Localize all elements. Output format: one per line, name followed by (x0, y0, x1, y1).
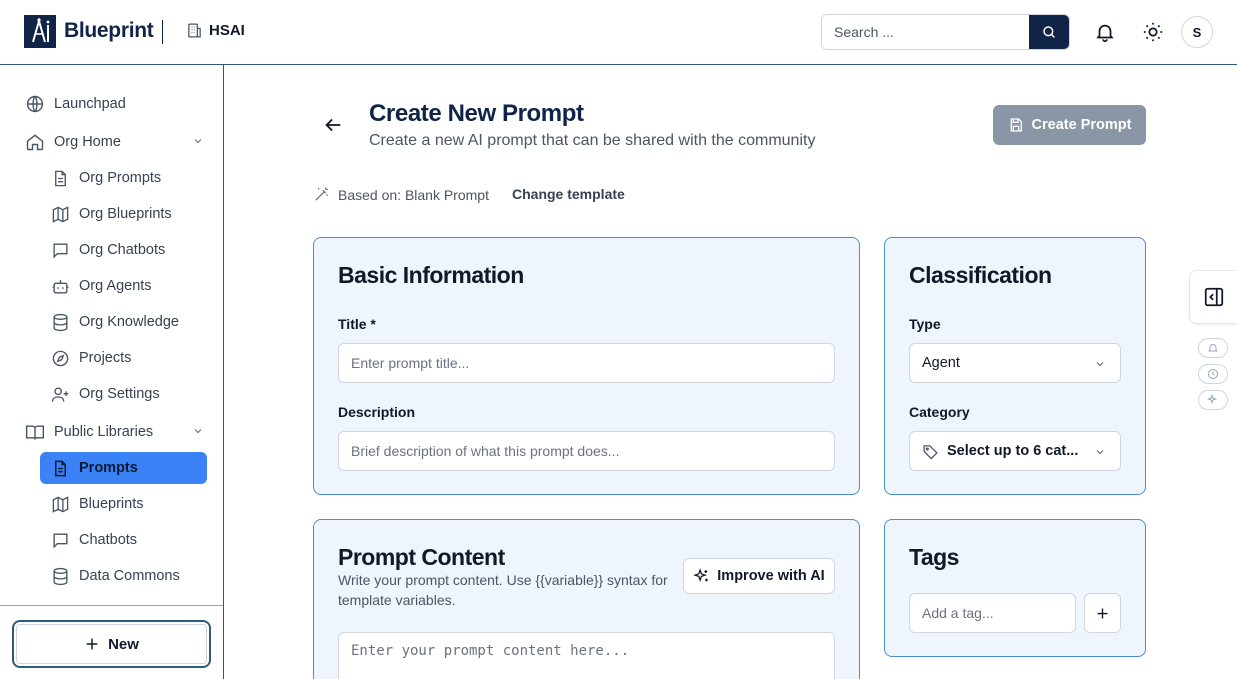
blueprint-logo[interactable] (24, 15, 56, 48)
brand-name: Blueprint (64, 19, 154, 42)
tag-icon (922, 443, 939, 460)
document-icon (49, 457, 71, 479)
database-icon (49, 565, 71, 587)
search-icon (1041, 24, 1057, 40)
globe-icon (24, 93, 46, 115)
sidebar-item-projects[interactable]: Projects (49, 342, 131, 374)
database-icon (49, 311, 71, 333)
org-switcher[interactable]: HSAI (186, 22, 245, 39)
history-mini-button[interactable] (1198, 364, 1228, 384)
title-label: Title * (338, 316, 376, 332)
chat-icon (49, 239, 71, 261)
notifications-mini-button[interactable] (1198, 338, 1228, 358)
building-icon (186, 22, 203, 39)
plus-icon (84, 636, 100, 652)
sidebar: Launchpad Org Home Org Prompts Org Bluep… (0, 65, 224, 679)
ai-mini-button[interactable] (1198, 390, 1228, 410)
search-input[interactable] (822, 15, 1031, 49)
clock-icon (1207, 368, 1219, 380)
add-tag-button[interactable] (1084, 593, 1121, 633)
basic-information-card: Basic Information Title * Enter prompt t… (313, 237, 860, 495)
sidebar-item-org-agents[interactable]: Org Agents (49, 270, 152, 302)
chat-icon (49, 529, 71, 551)
sidebar-footer: New (0, 605, 223, 679)
new-button[interactable]: New (12, 620, 211, 668)
tag-input[interactable]: Add a tag... (909, 593, 1076, 633)
type-select[interactable]: Agent (909, 343, 1121, 383)
sparkles-icon (1207, 394, 1219, 406)
chevron-down-icon[interactable] (192, 425, 204, 437)
chevron-down-icon[interactable] (192, 135, 204, 147)
search-box (821, 14, 1070, 50)
content-hint: Write your prompt content. Use {{variabl… (338, 572, 668, 608)
chevron-down-icon (1094, 446, 1106, 458)
sidebar-item-org-prompts[interactable]: Org Prompts (49, 162, 161, 194)
category-select[interactable]: Select up to 6 cat... (909, 431, 1121, 471)
brand-divider (162, 20, 163, 44)
sidebar-item-chatbots[interactable]: Chatbots (49, 524, 137, 556)
sidebar-collapse-icon (1203, 286, 1225, 308)
back-button[interactable] (322, 114, 346, 138)
sidebar-item-org-home[interactable]: Org Home (24, 126, 204, 158)
sidebar-item-org-chatbots[interactable]: Org Chatbots (49, 234, 165, 266)
sidebar-item-org-settings[interactable]: Org Settings (49, 378, 160, 410)
magic-wand-icon (313, 186, 330, 203)
map-icon (49, 203, 71, 225)
arrow-left-icon (322, 114, 346, 136)
user-plus-icon (49, 383, 71, 405)
prompt-content-textarea[interactable]: Enter your prompt content here... (338, 632, 835, 679)
bell-icon (1207, 342, 1219, 354)
top-header: Blueprint HSAI S (0, 0, 1237, 65)
tags-card: Tags Add a tag... (884, 519, 1146, 657)
sidebar-item-blueprints[interactable]: Blueprints (49, 488, 143, 520)
card-title: Basic Information (338, 262, 524, 288)
sparkles-icon (693, 567, 710, 585)
user-avatar[interactable]: S (1181, 16, 1213, 48)
sidebar-item-launchpad[interactable]: Launchpad (24, 88, 126, 120)
map-icon (49, 493, 71, 515)
card-title: Tags (909, 544, 959, 570)
page-subtitle: Create a new AI prompt that can be share… (369, 132, 816, 149)
book-icon (24, 421, 46, 443)
type-label: Type (909, 316, 941, 332)
title-input[interactable]: Enter prompt title... (338, 343, 835, 383)
sidebar-item-org-blueprints[interactable]: Org Blueprints (49, 198, 172, 230)
category-label: Category (909, 404, 970, 420)
description-input[interactable]: Brief description of what this prompt do… (338, 431, 835, 471)
panel-toggle-button[interactable] (1189, 270, 1237, 324)
page-title: Create New Prompt (369, 100, 584, 127)
classification-card: Classification Type Agent Category Selec… (884, 237, 1146, 495)
search-button[interactable] (1029, 15, 1069, 49)
sidebar-item-public-libraries[interactable]: Public Libraries (24, 416, 204, 448)
bell-icon[interactable] (1093, 20, 1117, 44)
compass-icon (49, 347, 71, 369)
sidebar-item-data-commons[interactable]: Data Commons (49, 560, 180, 592)
sidebar-item-org-knowledge[interactable]: Org Knowledge (49, 306, 179, 338)
improve-with-ai-button[interactable]: Improve with AI (683, 558, 835, 594)
sun-icon[interactable] (1141, 20, 1165, 44)
save-icon (1008, 117, 1024, 133)
document-icon (49, 167, 71, 189)
card-title: Classification (909, 262, 1052, 288)
change-template-link[interactable]: Change template (512, 186, 625, 202)
sidebar-item-prompts[interactable]: Prompts (40, 452, 207, 484)
description-label: Description (338, 404, 416, 420)
create-prompt-button[interactable]: Create Prompt (993, 105, 1146, 145)
template-info: Based on: Blank Prompt (313, 186, 489, 203)
home-icon (24, 131, 46, 153)
org-name: HSAI (209, 22, 245, 39)
plus-icon (1095, 606, 1110, 621)
card-title: Prompt Content (338, 544, 505, 570)
prompt-content-card: Prompt Content Write your prompt content… (313, 519, 860, 679)
bot-icon (49, 275, 71, 297)
chevron-down-icon (1094, 358, 1106, 370)
